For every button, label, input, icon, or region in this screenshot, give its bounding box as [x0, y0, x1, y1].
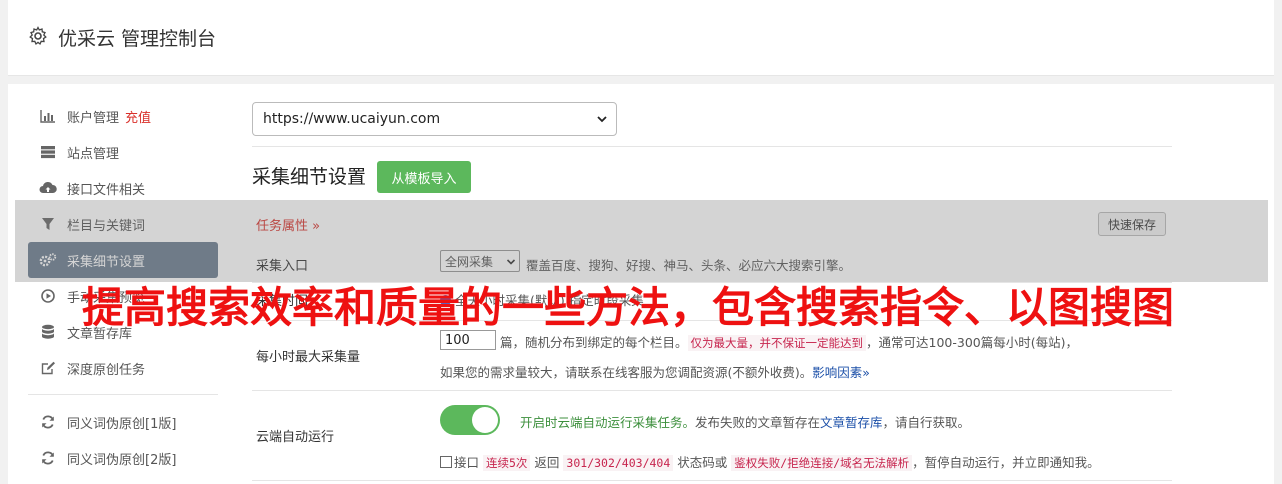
hourly-max-note: 仅为最大量，并不保证一定能达到: [687, 335, 867, 351]
sidebar-item-label: 深度原创任务: [67, 362, 146, 378]
sidebar-item-synonym-v1[interactable]: 同义词伪原创[1版]: [28, 404, 218, 440]
cloud-run-green-text: 开启时云端自动运行采集任务。: [520, 415, 696, 430]
sidebar-item-synonym-v2[interactable]: 同义词伪原创[2版]: [28, 440, 218, 476]
sidebar-item-label: 接口文件相关: [67, 182, 146, 198]
status-codes-tag: 301/302/403/404: [563, 455, 674, 471]
consecutive-tag: 连续5次: [483, 455, 531, 471]
cloud-run-text: 发布失败的文章暂存在: [695, 415, 821, 430]
section-title: 采集细节设置: [252, 166, 367, 188]
sidebar-item-account[interactable]: 账户管理 充值: [28, 98, 218, 134]
interface-failure-rule: 接口 连续5次 返回 301/302/403/404 状态码或 鉴权失败/拒绝连…: [440, 452, 1100, 471]
edit-icon: [38, 360, 58, 376]
import-template-button[interactable]: 从模板导入: [377, 161, 471, 193]
divider: [252, 146, 1172, 147]
bar-chart-icon: [38, 108, 58, 124]
divider: [252, 390, 1172, 391]
sidebar-item-label: 同义词伪原创[1版]: [67, 416, 177, 432]
influence-factors-link[interactable]: 影响因素»: [812, 365, 870, 380]
checkbox-label: 接口: [454, 455, 480, 470]
refresh-icon: [38, 450, 58, 466]
article-storage-link[interactable]: 文章暂存库: [820, 415, 883, 430]
sidebar-item-label: 账户管理: [67, 110, 120, 126]
auth-failure-tag: 鉴权失败/拒绝连接/域名无法解析: [731, 455, 913, 471]
chevron-down-icon: [597, 116, 607, 123]
hourly-max-label: 每小时最大采集量: [256, 350, 361, 365]
cloud-run-text-end: ，请自行获取。: [882, 415, 971, 430]
caption-overlay: 提高搜索效率和质量的一些方法，包含搜索指令、以图搜图: [82, 283, 1175, 332]
sidebar-item-label: 站点管理: [67, 146, 120, 162]
gear-icon: [29, 26, 47, 46]
rule-text: 状态码或: [677, 455, 728, 470]
refresh-icon: [38, 414, 58, 430]
recharge-link[interactable]: 充值: [125, 107, 151, 126]
hourly-description-line2: 如果您的需求量较大，请联系在线客服为您调配资源(不额外收费)。影响因素»: [440, 362, 870, 381]
toggle-knob: [472, 407, 498, 433]
cloud-run-description: 开启时云端自动运行采集任务。发布失败的文章暂存在文章暂存库，请自行获取。: [520, 412, 970, 431]
sidebar-item-label: 同义词伪原创[2版]: [67, 452, 177, 468]
cloud-run-label: 云端自动运行: [256, 430, 335, 445]
rule-text-end: ，暂停自动运行，并立即通知我。: [912, 455, 1100, 470]
site-url-value: https://www.ucaiyun.com: [263, 111, 441, 127]
sidebar-item-sites[interactable]: 站点管理: [28, 134, 218, 170]
hourly-contact-text: 如果您的需求量较大，请联系在线客服为您调配资源(不额外收费)。: [440, 365, 813, 380]
app-title: 优采云 管理控制台: [58, 28, 217, 50]
hourly-text: 篇，随机分布到绑定的每个栏目。: [500, 335, 688, 350]
play-circle-icon: [38, 288, 58, 304]
cloud-upload-icon: [38, 180, 58, 196]
sidebar-item-deep-original[interactable]: 深度原创任务: [28, 350, 218, 386]
sidebar-divider: [28, 394, 218, 395]
database-icon: [38, 324, 58, 340]
app-header: 优采云 管理控制台: [8, 0, 1274, 76]
rule-text: 返回: [534, 455, 560, 470]
cloud-auto-run-toggle[interactable]: [440, 405, 500, 435]
hourly-text-typical: ，通常可达100-300篇每小时(每站)，: [866, 335, 1078, 350]
server-icon: [38, 144, 58, 160]
divider: [252, 480, 1172, 481]
screen-overlay-band: [15, 200, 1268, 282]
interface-failure-checkbox[interactable]: [440, 456, 452, 468]
site-url-select[interactable]: https://www.ucaiyun.com: [252, 102, 617, 136]
